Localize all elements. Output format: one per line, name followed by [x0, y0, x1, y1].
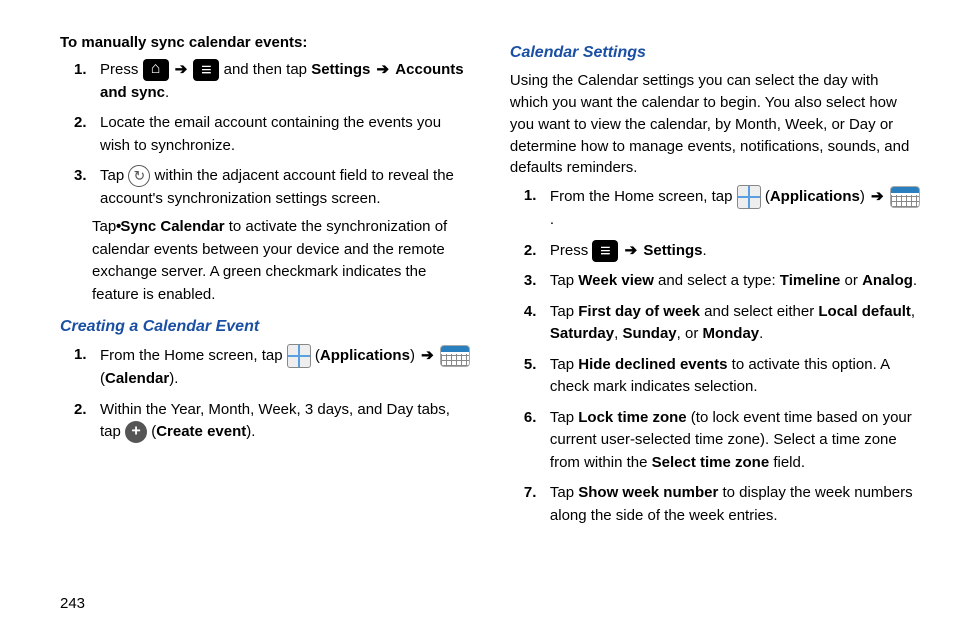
calendar-icon [890, 186, 920, 208]
menu-icon [193, 59, 219, 81]
arrow-icon: ➔ [419, 347, 436, 364]
right-column: Calendar Settings Using the Calendar set… [510, 32, 920, 535]
arrow-icon: ➔ [173, 61, 190, 78]
menu-icon [592, 240, 618, 262]
settings-step-2: Press ➔ Settings. [510, 240, 920, 263]
create-event-steps: From the Home screen, tap (Applications)… [60, 344, 470, 444]
sync-steps: Press ➔ and then tap Settings ➔ Accounts… [60, 59, 470, 306]
settings-step-3: Tap Week view and select a type: Timelin… [510, 270, 920, 293]
home-icon [143, 59, 169, 81]
settings-steps: From the Home screen, tap (Applications)… [510, 185, 920, 527]
settings-step-1: From the Home screen, tap (Applications)… [510, 185, 920, 232]
sync-sub-bullet: Tap Sync Calendar to activate the synchr… [76, 216, 470, 306]
settings-step-5: Tap Hide declined events to activate thi… [510, 354, 920, 399]
sync-intro-title: To manually sync calendar events: [60, 32, 470, 53]
sync-step-2: Locate the email account containing the … [60, 112, 470, 157]
arrow-icon: ➔ [869, 188, 886, 205]
applications-icon [737, 185, 761, 209]
plus-icon [125, 421, 147, 443]
arrow-icon: ➔ [375, 61, 392, 78]
calendar-settings-heading: Calendar Settings [510, 42, 920, 64]
left-column: To manually sync calendar events: Press … [60, 32, 470, 535]
calendar-settings-intro: Using the Calendar settings you can sele… [510, 70, 920, 179]
sync-step-3: Tap within the adjacent account field to… [60, 165, 470, 306]
sync-step-1: Press ➔ and then tap Settings ➔ Accounts… [60, 59, 470, 104]
sync-icon [128, 165, 150, 187]
creating-event-heading: Creating a Calendar Event [60, 316, 470, 338]
applications-icon [287, 344, 311, 368]
calendar-icon [440, 345, 470, 367]
create-step-1: From the Home screen, tap (Applications)… [60, 344, 470, 391]
arrow-icon: ➔ [623, 242, 640, 259]
settings-step-4: Tap First day of week and select either … [510, 301, 920, 346]
settings-step-6: Tap Lock time zone (to lock event time b… [510, 407, 920, 475]
settings-step-7: Tap Show week number to display the week… [510, 482, 920, 527]
page-number: 243 [60, 593, 85, 614]
create-step-2: Within the Year, Month, Week, 3 days, an… [60, 399, 470, 444]
